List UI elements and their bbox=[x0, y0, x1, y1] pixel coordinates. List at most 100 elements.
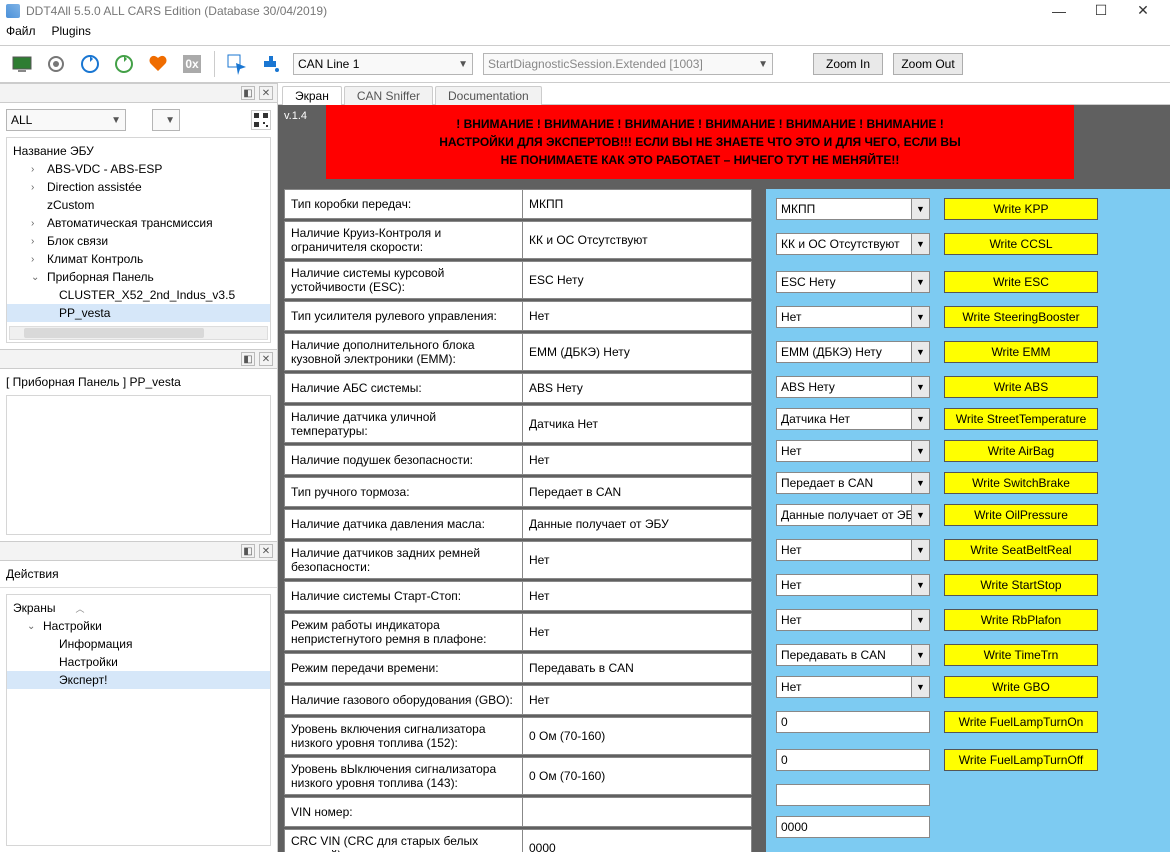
hex-icon[interactable]: 0x bbox=[180, 52, 204, 76]
horizontal-scrollbar[interactable] bbox=[9, 326, 268, 340]
screens-tree[interactable]: Экраны ︿ ⌄ Настройки ИнформацияНастройки… bbox=[6, 594, 271, 846]
param-row: Тип ручного тормоза:Передает в CAN bbox=[284, 477, 752, 507]
tree-item[interactable]: ⌄Приборная Панель bbox=[7, 268, 270, 286]
param-dropdown[interactable]: Передает в CAN▼ bbox=[776, 472, 930, 494]
tab-screen[interactable]: Экран bbox=[282, 86, 342, 105]
screens-item[interactable]: Настройки bbox=[7, 653, 270, 671]
write-button[interactable]: Write GBO bbox=[944, 676, 1098, 698]
write-button[interactable]: Write EMM bbox=[944, 341, 1098, 363]
param-dropdown[interactable]: Нет▼ bbox=[776, 440, 930, 462]
tree-item-label: Автоматическая трансмиссия bbox=[47, 216, 213, 230]
param-dropdown[interactable]: Нет▼ bbox=[776, 676, 930, 698]
zoom-out-button[interactable]: Zoom Out bbox=[893, 53, 963, 75]
write-button[interactable]: Write KPP bbox=[944, 198, 1098, 220]
tree-item[interactable]: ›Direction assistée bbox=[7, 178, 270, 196]
heart-icon[interactable] bbox=[146, 52, 170, 76]
param-dropdown[interactable]: Нет▼ bbox=[776, 306, 930, 328]
refresh-blue-icon[interactable] bbox=[78, 52, 102, 76]
tree-item[interactable]: zCustom bbox=[7, 196, 270, 214]
float-icon[interactable]: ◧ bbox=[241, 544, 255, 558]
tree-subitem[interactable]: PP_vesta bbox=[7, 304, 270, 322]
menu-file[interactable]: Файл bbox=[6, 24, 36, 38]
close-icon[interactable]: ✕ bbox=[259, 86, 273, 100]
param-input[interactable]: 0000 bbox=[776, 816, 930, 838]
zoom-in-button[interactable]: Zoom In bbox=[813, 53, 883, 75]
write-button[interactable]: Write StreetTemperature bbox=[944, 408, 1098, 430]
cursor-box-icon[interactable] bbox=[225, 52, 249, 76]
param-input[interactable]: 0 bbox=[776, 749, 930, 771]
write-button[interactable]: Write ABS bbox=[944, 376, 1098, 398]
maximize-button[interactable]: ☐ bbox=[1080, 2, 1122, 19]
tree-item[interactable]: ›Автоматическая трансмиссия bbox=[7, 214, 270, 232]
control-row: Датчика Нет▼ Write StreetTemperature bbox=[776, 405, 1170, 433]
collapse-icon[interactable]: ︿ bbox=[75, 602, 84, 615]
param-dropdown[interactable]: ABS Нету▼ bbox=[776, 376, 930, 398]
param-dropdown[interactable]: КК и ОС Отсутствуют▼ bbox=[776, 233, 930, 255]
tree-subitem[interactable]: CLUSTER_X52_2nd_Indus_v3.5 bbox=[7, 286, 270, 304]
control-row: КК и ОС Отсутствуют▼ Write CCSL bbox=[776, 227, 1170, 261]
chevron-down-icon: ▼ bbox=[111, 115, 121, 126]
write-button[interactable]: Write AirBag bbox=[944, 440, 1098, 462]
write-button[interactable]: Write ESC bbox=[944, 271, 1098, 293]
param-dropdown[interactable]: Датчика Нет▼ bbox=[776, 408, 930, 430]
minimize-button[interactable]: — bbox=[1038, 3, 1080, 19]
param-dropdown[interactable]: Нет▼ bbox=[776, 609, 930, 631]
control-row: ESC Нету▼ Write ESC bbox=[776, 265, 1170, 299]
param-dropdown[interactable]: ЕММ (ДБКЭ) Нету▼ bbox=[776, 341, 930, 363]
screens-item[interactable]: Информация bbox=[7, 635, 270, 653]
write-button[interactable]: Write SwitchBrake bbox=[944, 472, 1098, 494]
refresh-green-icon[interactable] bbox=[112, 52, 136, 76]
param-input[interactable] bbox=[776, 784, 930, 806]
write-button[interactable]: Write TimeTrn bbox=[944, 644, 1098, 666]
float-icon[interactable]: ◧ bbox=[241, 352, 255, 366]
tree-item-label: Приборная Панель bbox=[47, 270, 154, 284]
tree-item[interactable]: ›Климат Контроль bbox=[7, 250, 270, 268]
write-button[interactable]: Write StartStop bbox=[944, 574, 1098, 596]
write-button[interactable]: Write SteeringBooster bbox=[944, 306, 1098, 328]
can-line-select[interactable]: CAN Line 1 ▼ bbox=[293, 53, 473, 75]
toolbar: 0x CAN Line 1 ▼ StartDiagnosticSession.E… bbox=[0, 45, 1170, 83]
qr-icon[interactable] bbox=[251, 110, 271, 130]
screens-item-label: Настройки bbox=[59, 655, 118, 669]
param-dropdown[interactable]: Нет▼ bbox=[776, 539, 930, 561]
tree-item[interactable]: ›ABS-VDC - ABS-ESP bbox=[7, 160, 270, 178]
write-button[interactable]: Write OilPressure bbox=[944, 504, 1098, 526]
param-dropdown[interactable]: МКПП▼ bbox=[776, 198, 930, 220]
write-button[interactable]: Write SeatBeltReal bbox=[944, 539, 1098, 561]
control-row: Нет▼ Write StartStop bbox=[776, 571, 1170, 599]
screens-root[interactable]: ⌄ Настройки bbox=[7, 617, 270, 635]
diag-session-select[interactable]: StartDiagnosticSession.Extended [1003] ▼ bbox=[483, 53, 773, 75]
version-label: v.1.4 bbox=[284, 110, 307, 122]
gear-icon[interactable] bbox=[44, 52, 68, 76]
param-dropdown[interactable]: Нет▼ bbox=[776, 574, 930, 596]
param-row: Наличие газового оборудования (GBO):Нет bbox=[284, 685, 752, 715]
tab-documentation[interactable]: Documentation bbox=[435, 86, 542, 105]
write-button[interactable]: Write RbPlafon bbox=[944, 609, 1098, 631]
param-dropdown[interactable]: Передавать в CAN▼ bbox=[776, 644, 930, 666]
screens-item-label: Эксперт! bbox=[59, 673, 107, 687]
filter-select[interactable]: ALL ▼ bbox=[6, 109, 126, 131]
ecu-tree[interactable]: Название ЭБУ ›ABS-VDC - ABS-ESP›Directio… bbox=[6, 137, 271, 343]
write-button[interactable]: Write CCSL bbox=[944, 233, 1098, 255]
close-icon[interactable]: ✕ bbox=[259, 352, 273, 366]
filter-secondary[interactable]: ▼ bbox=[152, 109, 180, 131]
float-icon[interactable]: ◧ bbox=[241, 86, 255, 100]
param-dropdown[interactable]: Данные получает от ЭБУ▼ bbox=[776, 504, 930, 526]
param-value: 0 Ом (70-160) bbox=[523, 718, 751, 754]
faucet-icon[interactable] bbox=[259, 52, 283, 76]
param-label: Наличие системы Старт-Стоп: bbox=[285, 582, 523, 610]
param-input[interactable]: 0 bbox=[776, 711, 930, 733]
screens-item[interactable]: Эксперт! bbox=[7, 671, 270, 689]
tab-can-sniffer[interactable]: CAN Sniffer bbox=[344, 86, 433, 105]
param-label: Тип усилителя рулевого управления: bbox=[285, 302, 523, 330]
menu-plugins[interactable]: Plugins bbox=[52, 24, 91, 38]
chevron-down-icon: ▼ bbox=[758, 59, 768, 70]
monitor-icon[interactable] bbox=[10, 52, 34, 76]
close-icon[interactable]: ✕ bbox=[259, 544, 273, 558]
close-button[interactable]: ✕ bbox=[1122, 2, 1164, 19]
write-button[interactable]: Write FuelLampTurnOn bbox=[944, 711, 1098, 733]
tree-item[interactable]: ›Блок связи bbox=[7, 232, 270, 250]
write-button[interactable]: Write FuelLampTurnOff bbox=[944, 749, 1098, 771]
param-dropdown[interactable]: ESC Нету▼ bbox=[776, 271, 930, 293]
panel-dockbar: ◧ ✕ bbox=[0, 541, 277, 561]
